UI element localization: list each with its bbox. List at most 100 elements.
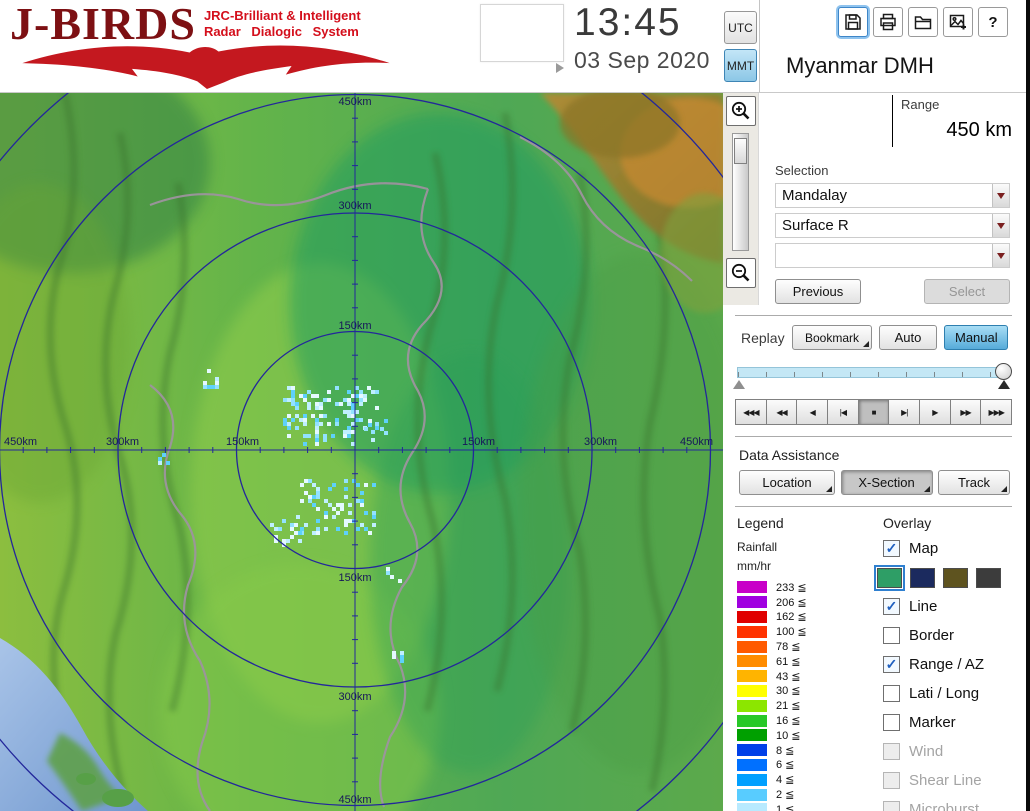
utc-button[interactable]: UTC bbox=[724, 11, 757, 44]
overlay-item-shear-line: Shear Line bbox=[883, 766, 1014, 795]
timeline-handle[interactable] bbox=[995, 363, 1012, 380]
playback-play[interactable]: ▶ bbox=[919, 399, 951, 425]
overlay-item-range-az[interactable]: ✓ Range / AZ bbox=[883, 650, 1014, 679]
checkbox-line[interactable]: ✓ bbox=[883, 598, 900, 615]
playback-reverse-play[interactable]: ◀ bbox=[796, 399, 829, 425]
checkbox-marker[interactable] bbox=[883, 714, 900, 731]
ring-label-e300: 300km bbox=[584, 436, 617, 448]
overlay-panel: Overlay ✓ Map ✓ Line Border ✓ Range / AZ Lati /… bbox=[873, 515, 1014, 811]
dropdown-arrow-icon[interactable] bbox=[992, 214, 1009, 237]
printer-icon bbox=[880, 13, 896, 31]
map-style-dark-blue[interactable] bbox=[910, 567, 935, 588]
checkbox-lati-long[interactable] bbox=[883, 685, 900, 702]
legend-value-label: 61 ≦ bbox=[776, 655, 801, 668]
timeline-ticks bbox=[738, 372, 1003, 377]
dogear-icon bbox=[923, 486, 930, 492]
legend-value-label: 78 ≦ bbox=[776, 641, 801, 654]
bookmark-button[interactable]: Bookmark bbox=[792, 325, 872, 350]
checkbox-border[interactable] bbox=[883, 627, 900, 644]
dropdown-arrow-icon[interactable] bbox=[992, 184, 1009, 207]
location-button-label: Location bbox=[762, 475, 812, 490]
playback-rewind[interactable]: ◀◀ bbox=[765, 399, 798, 425]
overlay-item-map[interactable]: ✓ Map bbox=[883, 534, 1014, 563]
legend-color-swatch bbox=[737, 714, 767, 727]
clock: 13:45 03 Sep 2020 bbox=[574, 1, 724, 74]
legend-value-label: 4 ≦ bbox=[776, 774, 795, 787]
data-assistance-label: Data Assistance bbox=[739, 447, 840, 463]
x-section-button[interactable]: X-Section bbox=[840, 470, 933, 495]
legend-value-label: 100 ≦ bbox=[776, 626, 807, 639]
legend-color-swatch bbox=[737, 684, 767, 697]
collapse-arrow-icon[interactable] bbox=[556, 63, 564, 73]
legend-row: 4 ≦ bbox=[737, 772, 873, 787]
previous-button[interactable]: Previous bbox=[775, 279, 861, 304]
separator bbox=[735, 506, 1012, 507]
overlay-item-marker[interactable]: Marker bbox=[883, 708, 1014, 737]
logo-tagline-1: JRC-Brilliant & Intelligent bbox=[203, 8, 361, 23]
legend-value-label: 1 ≦ bbox=[776, 803, 795, 811]
map-style-terrain-green[interactable] bbox=[874, 564, 905, 591]
ring-label-s300: 300km bbox=[338, 691, 371, 703]
overlay-label: Shear Line bbox=[909, 772, 982, 789]
overlay-item-lati-long[interactable]: Lati / Long bbox=[883, 679, 1014, 708]
legend-row: 78 ≦ bbox=[737, 639, 873, 654]
separator bbox=[735, 436, 1012, 437]
checkbox-range-az[interactable]: ✓ bbox=[883, 656, 900, 673]
legend-value-label: 233 ≦ bbox=[776, 581, 807, 594]
playback-jump-end[interactable]: ▶▶▶ bbox=[980, 399, 1013, 425]
export-image-button[interactable] bbox=[943, 7, 973, 37]
legend-scale: 233 ≦ 206 ≦ 162 ≦ 100 ≦ 78 ≦ 61 ≦ 43 ≦ 30 ≦ 21 ≦… bbox=[737, 580, 873, 811]
playback-fast-forward[interactable]: ▶▶ bbox=[949, 399, 982, 425]
legend-color-swatch bbox=[737, 729, 767, 742]
save-button[interactable] bbox=[838, 7, 868, 37]
site-select[interactable]: Mandalay bbox=[775, 183, 1010, 208]
radar-map-canvas[interactable]: 450km 300km 150km 150km 300km 450km 450k… bbox=[0, 93, 723, 811]
replay-timeline[interactable] bbox=[733, 362, 1012, 392]
overlay-item-border[interactable]: Border bbox=[883, 621, 1014, 650]
open-button[interactable] bbox=[908, 7, 938, 37]
playback-step-back[interactable]: |◀ bbox=[827, 399, 859, 425]
legend-color-swatch bbox=[737, 640, 767, 653]
map-style-dark-gray[interactable] bbox=[976, 567, 1001, 588]
mmt-button[interactable]: MMT bbox=[724, 49, 757, 82]
window-edge bbox=[1026, 0, 1030, 811]
overlay-item-line[interactable]: ✓ Line bbox=[883, 592, 1014, 621]
manual-button[interactable]: Manual bbox=[944, 325, 1008, 350]
playback-stop[interactable]: ■ bbox=[857, 399, 890, 425]
timeline-track[interactable] bbox=[737, 367, 1004, 378]
radar-map[interactable]: 450km 300km 150km 150km 300km 450km 450k… bbox=[0, 93, 723, 811]
legend-row: 8 ≦ bbox=[737, 743, 873, 758]
option-select[interactable] bbox=[775, 243, 1010, 268]
legend-row: 6 ≦ bbox=[737, 758, 873, 773]
map-style-olive[interactable] bbox=[943, 567, 968, 588]
folder-icon bbox=[914, 16, 932, 30]
track-button[interactable]: Track bbox=[938, 470, 1010, 495]
ring-label-n450: 450km bbox=[338, 96, 371, 108]
legend-row: 206 ≦ bbox=[737, 595, 873, 610]
legend-row: 233 ≦ bbox=[737, 580, 873, 595]
product-select[interactable]: Surface R bbox=[775, 213, 1010, 238]
playback-step-forward[interactable]: ▶| bbox=[888, 399, 921, 425]
legend-value-label: 162 ≦ bbox=[776, 611, 807, 624]
legend-row: 30 ≦ bbox=[737, 684, 873, 699]
playback-jump-start[interactable]: ◀◀◀ bbox=[735, 399, 767, 425]
legend-color-swatch bbox=[737, 610, 767, 623]
overlay-title: Overlay bbox=[883, 515, 932, 531]
logo-placeholder-box bbox=[480, 4, 564, 62]
checkbox-map[interactable]: ✓ bbox=[883, 540, 900, 557]
overlay-label: Wind bbox=[909, 743, 944, 760]
legend-row: 21 ≦ bbox=[737, 698, 873, 713]
legend-value-label: 21 ≦ bbox=[776, 700, 801, 713]
selection-actions: Previous Select bbox=[775, 279, 1010, 304]
auto-button[interactable]: Auto bbox=[879, 325, 937, 350]
print-button[interactable] bbox=[873, 7, 903, 37]
location-button[interactable]: Location bbox=[739, 470, 835, 495]
legend-color-swatch bbox=[737, 758, 767, 771]
ring-label-e150: 150km bbox=[462, 436, 495, 448]
help-button[interactable]: ? bbox=[978, 7, 1008, 37]
overlay-label: Border bbox=[909, 627, 955, 644]
bookmark-button-label: Bookmark bbox=[804, 330, 860, 345]
dropdown-arrow-icon[interactable] bbox=[992, 244, 1009, 267]
overlay-label: Range / AZ bbox=[909, 656, 985, 673]
playback-controls: ◀◀◀ ◀◀ ◀ |◀ ■ ▶| ▶ ▶▶ ▶▶▶ bbox=[735, 399, 1013, 425]
